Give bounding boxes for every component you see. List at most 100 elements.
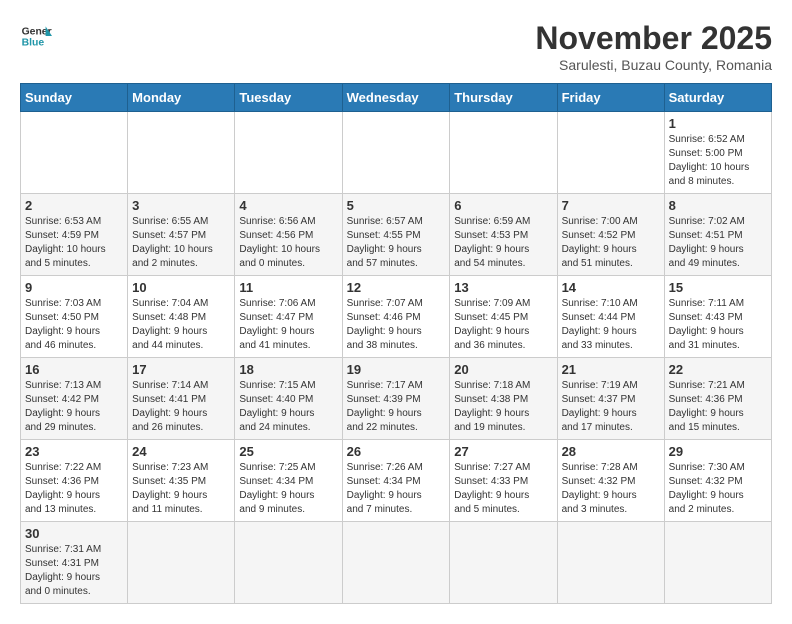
day-number: 14 (562, 280, 660, 295)
day-number: 17 (132, 362, 230, 377)
day-info: Sunrise: 7:22 AM Sunset: 4:36 PM Dayligh… (25, 461, 123, 517)
day-number: 1 (669, 116, 767, 131)
day-number: 25 (239, 444, 337, 459)
calendar-cell: 6 Sunrise: 6:59 AM Sunset: 4:53 PM Daylig… (450, 194, 557, 276)
calendar-cell (450, 522, 557, 604)
day-info: Sunrise: 6:59 AM Sunset: 4:53 PM Dayligh… (454, 215, 552, 271)
calendar-cell: 2Sunrise: 6:53 AM Sunset: 4:59 PM Daylig… (21, 194, 128, 276)
day-info: Sunrise: 7:00 AM Sunset: 4:52 PM Dayligh… (562, 215, 660, 271)
day-info: Sunrise: 6:56 AM Sunset: 4:56 PM Dayligh… (239, 215, 337, 271)
day-info: Sunrise: 7:06 AM Sunset: 4:47 PM Dayligh… (239, 297, 337, 353)
day-info: Sunrise: 7:03 AM Sunset: 4:50 PM Dayligh… (25, 297, 123, 353)
calendar-cell: 29 Sunrise: 7:30 AM Sunset: 4:32 PM Dayli… (664, 440, 771, 522)
day-info: Sunrise: 7:18 AM Sunset: 4:38 PM Dayligh… (454, 379, 552, 435)
calendar-week-row: 9 Sunrise: 7:03 AM Sunset: 4:50 PM Daylig… (21, 276, 772, 358)
day-number: 12 (347, 280, 446, 295)
day-info: Sunrise: 6:55 AM Sunset: 4:57 PM Dayligh… (132, 215, 230, 271)
calendar-cell (235, 112, 342, 194)
day-of-week-header: Monday (128, 84, 235, 112)
calendar-week-row: 23 Sunrise: 7:22 AM Sunset: 4:36 PM Dayli… (21, 440, 772, 522)
calendar-cell (235, 522, 342, 604)
logo: General Blue (20, 20, 52, 52)
calendar-cell: 30 Sunrise: 7:31 AM Sunset: 4:31 PM Dayli… (21, 522, 128, 604)
month-year-title: November 2025 (535, 20, 772, 57)
location-subtitle: Sarulesti, Buzau County, Romania (535, 57, 772, 73)
day-info: Sunrise: 7:31 AM Sunset: 4:31 PM Dayligh… (25, 543, 123, 599)
calendar-cell: 23 Sunrise: 7:22 AM Sunset: 4:36 PM Dayli… (21, 440, 128, 522)
day-of-week-header: Tuesday (235, 84, 342, 112)
day-number: 19 (347, 362, 446, 377)
calendar-cell: 10 Sunrise: 7:04 AM Sunset: 4:48 PM Dayli… (128, 276, 235, 358)
day-number: 4 (239, 198, 337, 213)
calendar-week-row: 2Sunrise: 6:53 AM Sunset: 4:59 PM Daylig… (21, 194, 772, 276)
calendar-cell: 1Sunrise: 6:52 AM Sunset: 5:00 PM Daylig… (664, 112, 771, 194)
logo-icon: General Blue (20, 20, 52, 52)
day-info: Sunrise: 7:25 AM Sunset: 4:34 PM Dayligh… (239, 461, 337, 517)
day-info: Sunrise: 7:13 AM Sunset: 4:42 PM Dayligh… (25, 379, 123, 435)
day-number: 20 (454, 362, 552, 377)
day-info: Sunrise: 7:17 AM Sunset: 4:39 PM Dayligh… (347, 379, 446, 435)
calendar-cell: 28Sunrise: 7:28 AM Sunset: 4:32 PM Dayli… (557, 440, 664, 522)
day-number: 3 (132, 198, 230, 213)
day-number: 6 (454, 198, 552, 213)
day-info: Sunrise: 7:21 AM Sunset: 4:36 PM Dayligh… (669, 379, 767, 435)
day-of-week-header: Thursday (450, 84, 557, 112)
day-number: 30 (25, 526, 123, 541)
calendar-cell: 3 Sunrise: 6:55 AM Sunset: 4:57 PM Daylig… (128, 194, 235, 276)
day-number: 26 (347, 444, 446, 459)
day-number: 10 (132, 280, 230, 295)
calendar-cell: 5 Sunrise: 6:57 AM Sunset: 4:55 PM Daylig… (342, 194, 450, 276)
day-of-week-header: Friday (557, 84, 664, 112)
day-info: Sunrise: 7:27 AM Sunset: 4:33 PM Dayligh… (454, 461, 552, 517)
day-number: 28 (562, 444, 660, 459)
day-number: 11 (239, 280, 337, 295)
day-number: 15 (669, 280, 767, 295)
calendar-cell: 21Sunrise: 7:19 AM Sunset: 4:37 PM Dayli… (557, 358, 664, 440)
svg-text:Blue: Blue (22, 38, 45, 49)
day-info: Sunrise: 7:04 AM Sunset: 4:48 PM Dayligh… (132, 297, 230, 353)
calendar-week-row: 16Sunrise: 7:13 AM Sunset: 4:42 PM Dayli… (21, 358, 772, 440)
day-info: Sunrise: 7:07 AM Sunset: 4:46 PM Dayligh… (347, 297, 446, 353)
day-number: 5 (347, 198, 446, 213)
day-number: 22 (669, 362, 767, 377)
calendar-cell: 25 Sunrise: 7:25 AM Sunset: 4:34 PM Dayli… (235, 440, 342, 522)
day-number: 18 (239, 362, 337, 377)
calendar-cell (664, 522, 771, 604)
calendar-cell (557, 112, 664, 194)
calendar-week-row: 30 Sunrise: 7:31 AM Sunset: 4:31 PM Dayli… (21, 522, 772, 604)
calendar-cell (342, 522, 450, 604)
day-info: Sunrise: 7:14 AM Sunset: 4:41 PM Dayligh… (132, 379, 230, 435)
calendar-cell: 19 Sunrise: 7:17 AM Sunset: 4:39 PM Dayli… (342, 358, 450, 440)
calendar-cell (21, 112, 128, 194)
day-info: Sunrise: 7:23 AM Sunset: 4:35 PM Dayligh… (132, 461, 230, 517)
day-number: 23 (25, 444, 123, 459)
calendar-cell: 7Sunrise: 7:00 AM Sunset: 4:52 PM Daylig… (557, 194, 664, 276)
calendar-cell: 13 Sunrise: 7:09 AM Sunset: 4:45 PM Dayli… (450, 276, 557, 358)
day-number: 9 (25, 280, 123, 295)
day-info: Sunrise: 6:57 AM Sunset: 4:55 PM Dayligh… (347, 215, 446, 271)
page-header: General Blue November 2025 Sarulesti, Bu… (20, 20, 772, 73)
calendar-cell: 12 Sunrise: 7:07 AM Sunset: 4:46 PM Dayli… (342, 276, 450, 358)
calendar-cell: 18 Sunrise: 7:15 AM Sunset: 4:40 PM Dayli… (235, 358, 342, 440)
title-block: November 2025 Sarulesti, Buzau County, R… (535, 20, 772, 73)
calendar-cell: 9 Sunrise: 7:03 AM Sunset: 4:50 PM Daylig… (21, 276, 128, 358)
calendar-cell (342, 112, 450, 194)
calendar-week-row: 1Sunrise: 6:52 AM Sunset: 5:00 PM Daylig… (21, 112, 772, 194)
day-info: Sunrise: 7:30 AM Sunset: 4:32 PM Dayligh… (669, 461, 767, 517)
calendar-cell (557, 522, 664, 604)
day-of-week-header: Saturday (664, 84, 771, 112)
day-info: Sunrise: 6:53 AM Sunset: 4:59 PM Dayligh… (25, 215, 123, 271)
calendar-cell: 4 Sunrise: 6:56 AM Sunset: 4:56 PM Daylig… (235, 194, 342, 276)
calendar-cell: 24Sunrise: 7:23 AM Sunset: 4:35 PM Dayli… (128, 440, 235, 522)
calendar-cell: 27Sunrise: 7:27 AM Sunset: 4:33 PM Dayli… (450, 440, 557, 522)
day-number: 13 (454, 280, 552, 295)
calendar-cell (450, 112, 557, 194)
day-number: 21 (562, 362, 660, 377)
calendar-cell (128, 522, 235, 604)
calendar-cell: 8Sunrise: 7:02 AM Sunset: 4:51 PM Daylig… (664, 194, 771, 276)
calendar-cell: 14Sunrise: 7:10 AM Sunset: 4:44 PM Dayli… (557, 276, 664, 358)
day-number: 29 (669, 444, 767, 459)
day-of-week-header: Wednesday (342, 84, 450, 112)
day-info: Sunrise: 7:09 AM Sunset: 4:45 PM Dayligh… (454, 297, 552, 353)
day-info: Sunrise: 7:15 AM Sunset: 4:40 PM Dayligh… (239, 379, 337, 435)
